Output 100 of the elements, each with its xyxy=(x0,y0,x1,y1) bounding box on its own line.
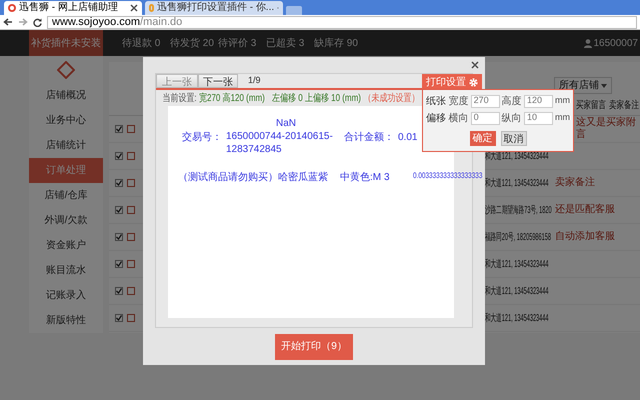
sidebar-item[interactable]: 店铺概况 xyxy=(29,83,103,108)
settings-label: 当前设置: xyxy=(162,92,197,106)
address-bar[interactable]: www.sojoyoo.com/main.do xyxy=(47,16,637,28)
sidebar-item[interactable]: 业务中心 xyxy=(29,108,103,133)
receipt-title: NaN xyxy=(276,117,296,131)
field-label: 横向 xyxy=(448,112,469,126)
unit-label: mm xyxy=(554,94,570,108)
caret-icon xyxy=(601,84,607,88)
tab-title: 迅售狮打印设置插件 - 你... xyxy=(156,3,274,13)
nav-link[interactable]: 待退款 0 xyxy=(122,36,170,50)
page-counter: 1/9 xyxy=(248,74,261,88)
sidebar-item[interactable]: 记账录入 xyxy=(29,283,103,308)
check-icon xyxy=(116,126,122,132)
order-note: 还是匹配客服 xyxy=(555,204,616,216)
check-icon xyxy=(116,261,122,267)
prev-button[interactable]: 上一张 xyxy=(156,74,198,88)
address-text: 和大道121, 13454323444 xyxy=(485,176,549,190)
total-amount: 0.01 xyxy=(398,131,418,145)
nav-link[interactable]: 已超卖 3 xyxy=(266,36,314,50)
input-field[interactable]: 270 xyxy=(470,94,500,108)
close-icon[interactable] xyxy=(130,4,138,12)
trade-label: 交易号： xyxy=(182,130,222,145)
order-note: 自动添加客服 xyxy=(555,231,616,243)
field-label: 纵向 xyxy=(502,112,522,126)
address-text: 福路同20号, 18205986158 xyxy=(485,230,551,244)
address-text: 和大道121, 13454323444 xyxy=(485,258,549,272)
print-settings-button[interactable]: 打印设置 xyxy=(422,74,482,90)
field-label: 偏移 xyxy=(426,112,446,126)
address-text: 和大道121, 13454323444 xyxy=(485,312,549,326)
sidebar-item[interactable]: 外调/欠款 xyxy=(29,208,103,233)
plugin-button[interactable]: 补货插件未安装 xyxy=(29,30,103,56)
order-icon xyxy=(127,179,135,187)
user-name[interactable]: 16500007 xyxy=(594,36,638,50)
sidebar-item[interactable]: 新版特性 xyxy=(29,308,103,333)
total-label: 合计金额： xyxy=(344,130,394,145)
order-icon xyxy=(127,233,135,241)
checkbox[interactable] xyxy=(115,233,123,241)
item-text: 中黄色:M xyxy=(340,170,382,185)
input-field[interactable]: 0 xyxy=(470,112,500,124)
checkbox[interactable] xyxy=(115,152,123,160)
column-header: 卖家备注 xyxy=(609,98,639,113)
unit-label: mm xyxy=(554,111,570,124)
checkbox[interactable] xyxy=(115,206,123,214)
checkbox[interactable] xyxy=(115,125,123,133)
status-text: （未成功设置） xyxy=(363,92,420,106)
back-icon[interactable] xyxy=(3,18,13,26)
tab-title: 迅售狮 - 网上店铺助理 xyxy=(19,3,119,13)
logo-icon xyxy=(57,61,75,79)
checkbox[interactable] xyxy=(115,260,123,268)
favicon-icon xyxy=(8,4,16,12)
order-icon xyxy=(127,287,135,295)
close-icon[interactable] xyxy=(471,61,479,69)
check-icon xyxy=(116,180,122,186)
size-text: 宽270 高120 (mm) xyxy=(199,92,265,106)
checkbox[interactable] xyxy=(115,314,123,322)
order-icon xyxy=(127,152,135,160)
reload-icon[interactable] xyxy=(33,18,42,26)
checkbox[interactable] xyxy=(115,287,123,295)
sidebar-item[interactable]: 账目流水 xyxy=(29,258,103,283)
next-button[interactable]: 下一张 xyxy=(198,74,238,88)
sidebar-item[interactable]: 资金账户 xyxy=(29,233,103,258)
check-icon xyxy=(116,288,122,294)
check-icon xyxy=(116,153,122,159)
nav-link[interactable]: 待评价 3 xyxy=(218,36,266,50)
item-text: （测试商品请勿购买）哈密瓜蓝紫 xyxy=(178,170,328,185)
order-icon xyxy=(127,125,135,133)
check-icon xyxy=(116,234,122,240)
order-icon xyxy=(127,206,135,214)
sidebar-item[interactable]: 订单处理 xyxy=(29,158,103,183)
order-icon xyxy=(127,314,135,322)
item-text: 3 xyxy=(384,171,390,185)
browser-tab[interactable]: 迅售狮 - 网上店铺助理 xyxy=(4,1,142,15)
field-label: 宽度 xyxy=(448,94,469,108)
field-label: 纸张 xyxy=(426,94,446,108)
favicon-icon xyxy=(149,4,154,12)
nav-link[interactable]: 待发货 20 xyxy=(170,36,218,50)
order-icon xyxy=(127,260,135,268)
order-note: 卖家备注 xyxy=(555,177,596,189)
user-icon xyxy=(584,38,592,48)
sidebar-item[interactable]: 店铺统计 xyxy=(29,133,103,158)
offset-text: 左偏移 0 上偏移 10 (mm) xyxy=(272,92,361,106)
check-icon xyxy=(116,207,122,213)
browser-tab[interactable]: 迅售狮打印设置插件 - 你... xyxy=(145,1,283,15)
column-header: 买家留言 xyxy=(576,98,606,113)
gear-icon xyxy=(469,78,478,86)
checkbox[interactable] xyxy=(115,179,123,187)
check-icon xyxy=(116,315,122,321)
order-note: 这又是买家附言 xyxy=(576,117,637,141)
sidebar-item[interactable]: 店铺/仓库 xyxy=(29,183,103,208)
field-label: 高度 xyxy=(502,94,522,108)
address-text: 沙路二期望海路73号, 1820 xyxy=(485,204,552,218)
confirm-button[interactable]: 确定 xyxy=(470,131,496,146)
address-text: 和大道121, 13454323444 xyxy=(485,284,549,298)
item-text: 0.003333333333333333 xyxy=(413,170,482,182)
input-field[interactable]: 10 xyxy=(524,112,553,124)
trade-number: 1650000744-20140615- 1283742845 xyxy=(226,130,333,156)
nav-link[interactable]: 缺库存 90 xyxy=(314,36,362,50)
input-field[interactable]: 120 xyxy=(524,94,553,108)
start-print-button[interactable]: 开始打印（9） xyxy=(275,334,353,360)
cancel-button[interactable]: 取消 xyxy=(500,131,526,146)
